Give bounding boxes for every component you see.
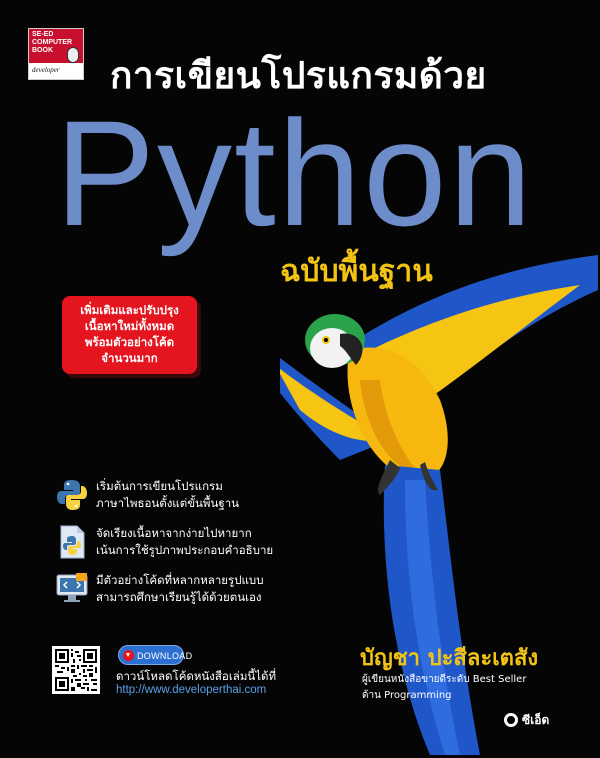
author-desc-line-1: ผู้เขียนหนังสือขายดีระดับ Best Seller: [362, 674, 527, 685]
feature-text: มีตัวอย่างโค้ดที่หลากหลายรูปแบบ สามารถศึ…: [96, 572, 264, 606]
mouse-icon: [67, 47, 79, 63]
promo-line-2: เนื้อหาใหม่ทั้งหมด: [84, 319, 175, 333]
publisher-name: ซีเอ็ด: [522, 713, 550, 727]
feature-item: จัดเรียงเนื้อหาจากง่ายไปหายาก เน้นการใช้…: [50, 525, 310, 570]
feature-1-line-2: ภาษาไพธอนตั้งแต่ขั้นพื้นฐาน: [96, 496, 240, 510]
feature-3-line-2: สามารถศึกษาเรียนรู้ได้ด้วยตนเอง: [96, 590, 262, 604]
python-title: Python: [55, 89, 534, 257]
download-url-link[interactable]: http://www.developerthai.com: [116, 684, 266, 696]
badge-line-4: developer: [32, 66, 60, 74]
feature-2-line-2: เน้นการใช้รูปภาพประกอบคำอธิบาย: [96, 543, 274, 557]
monitor-code-icon: [56, 573, 88, 602]
promo-box: เพิ่มเติมและปรับปรุง เนื้อหาใหม่ทั้งหมด …: [62, 296, 197, 374]
badge-line-2: COMPUTER: [32, 39, 73, 46]
publisher-logo-icon: [504, 713, 518, 727]
feature-3-line-1: มีตัวอย่างโค้ดที่หลากหลายรูปแบบ: [96, 573, 264, 587]
feature-item: มีตัวอย่างโค้ดที่หลากหลายรูปแบบ สามารถศึ…: [50, 572, 310, 617]
feature-list: เริ่มต้นการเขียนโปรแกรม ภาษาไพธอนตั้งแต่…: [50, 478, 310, 613]
qr-code[interactable]: [52, 646, 100, 694]
publisher-logo: ซีเอ็ด: [504, 711, 584, 729]
feature-text: เริ่มต้นการเขียนโปรแกรม ภาษาไพธอนตั้งแต่…: [96, 478, 239, 512]
download-button-label: DOWNLOAD: [137, 651, 193, 661]
promo-line-1: เพิ่มเติมและปรับปรุง: [80, 303, 179, 317]
download-arrow-icon: [123, 650, 134, 661]
badge-line-1: SE-ED: [32, 31, 54, 38]
author-name: บัญชา ปะสีละเตสัง: [360, 646, 539, 671]
python-logo-icon: [57, 480, 87, 510]
promo-line-4: จำนวนมาก: [101, 351, 158, 365]
feature-2-line-1: จัดเรียงเนื้อหาจากง่ายไปหายาก: [96, 526, 252, 540]
book-cover: SE-ED COMPUTER BOOK developer การเขียนโป…: [0, 0, 600, 758]
feature-text: จัดเรียงเนื้อหาจากง่ายไปหายาก เน้นการใช้…: [96, 525, 273, 559]
python-file-icon: [60, 525, 85, 559]
promo-line-3: พร้อมตัวอย่างโค้ด: [84, 335, 175, 349]
author-description: ผู้เขียนหนังสือขายดีระดับ Best Seller ด้…: [362, 672, 526, 704]
download-button[interactable]: DOWNLOAD: [118, 645, 192, 665]
feature-item: เริ่มต้นการเขียนโปรแกรม ภาษาไพธอนตั้งแต่…: [50, 478, 310, 523]
feature-1-line-1: เริ่มต้นการเขียนโปรแกรม: [96, 479, 223, 493]
publisher-badge: SE-ED COMPUTER BOOK developer: [28, 28, 84, 80]
author-desc-line-2: ด้าน Programming: [362, 690, 452, 701]
